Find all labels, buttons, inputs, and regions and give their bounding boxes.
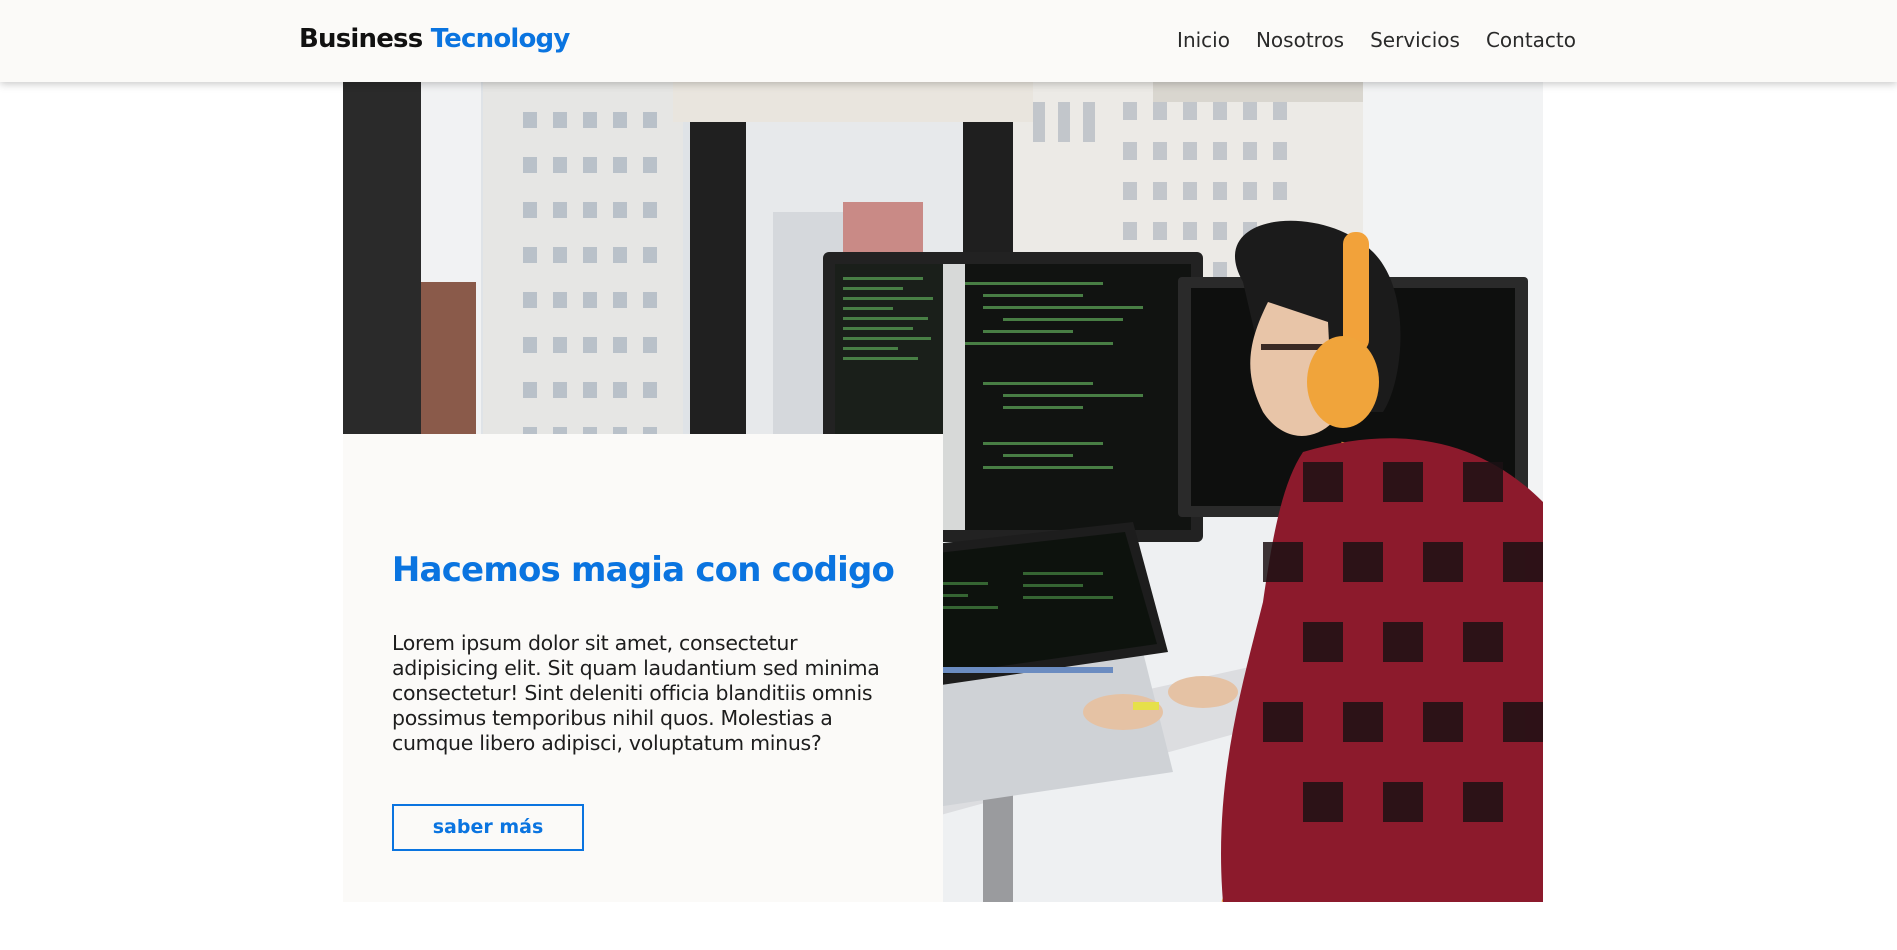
nav-inicio[interactable]: Inicio (1177, 25, 1230, 55)
nav-nosotros[interactable]: Nosotros (1256, 25, 1344, 55)
logo-part1: Business (299, 24, 423, 54)
saber-mas-button[interactable]: saber más (392, 804, 584, 851)
hero-title: Hacemos magia con codigo (391, 549, 895, 590)
logo-part2: Tecnology (430, 24, 571, 54)
hero-card: Hacemos magia con codigo Lorem ipsum dol… (343, 434, 943, 902)
logo[interactable]: Business Tecnology (299, 21, 570, 57)
nav-servicios[interactable]: Servicios (1370, 25, 1460, 55)
hero-text: Lorem ipsum dolor sit amet, consectetur … (392, 630, 880, 755)
nav-contacto[interactable]: Contacto (1486, 25, 1576, 55)
site-header: Business Tecnology Inicio Nosotros Servi… (0, 0, 1897, 82)
main-nav: Inicio Nosotros Servicios Contacto (1177, 25, 1576, 55)
